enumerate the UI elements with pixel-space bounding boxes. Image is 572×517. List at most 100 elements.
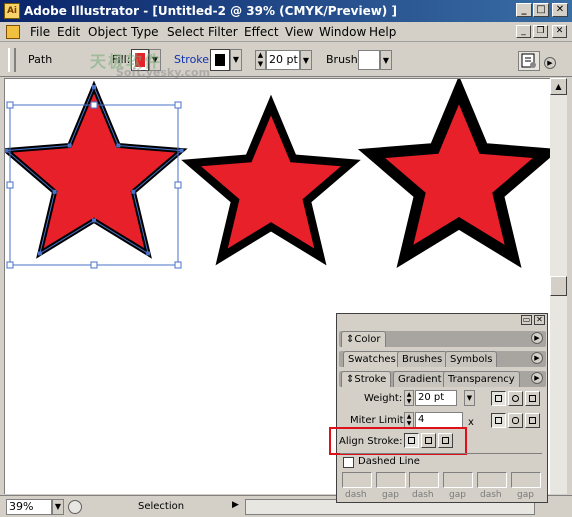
tab-gradient[interactable]: Gradient [393,371,447,387]
palette-close-button[interactable]: ✕ [534,315,545,325]
scroll-thumb[interactable] [550,276,567,296]
anchor-point[interactable] [67,143,72,148]
menu-effect[interactable]: Effect [244,25,279,39]
gap-1-input[interactable] [376,472,406,488]
projecting-cap-button[interactable] [525,391,540,406]
gap-2-label: gap [449,490,466,500]
miter-limit-input[interactable]: 4 [415,412,463,428]
palette-titlebar[interactable]: ▭ ✕ [337,314,547,326]
menu-object[interactable]: Object [88,25,127,39]
anchor-point[interactable] [52,189,57,194]
align-center-icon [408,437,415,444]
stroke-dropdown-arrow[interactable]: ▼ [230,49,242,71]
miter-limit-label: Miter Limit: [350,415,407,426]
menu-type[interactable]: Type [131,25,159,39]
document-icon[interactable] [6,25,20,39]
menu-view[interactable]: View [285,25,313,39]
stroke-weight-input[interactable]: 20 pt [266,50,300,70]
round-join-button[interactable] [508,413,523,428]
gap-3-input[interactable] [511,472,541,488]
round-cap-button[interactable] [508,391,523,406]
menu-window[interactable]: Window [319,25,366,39]
miter-join-icon [495,417,502,424]
tab-color[interactable]: ⇕Color [341,331,386,347]
align-outside-button[interactable] [438,433,453,448]
miter-join-button[interactable] [491,413,506,428]
butt-cap-button[interactable] [491,391,506,406]
palette-menu-button[interactable]: ▶ [544,57,556,69]
stroke-weight-stepper[interactable]: ▲ ▼ [255,50,266,70]
menu-bar: File Edit Object Type Select Filter Effe… [0,22,572,42]
align-center-button[interactable] [404,433,419,448]
miter-limit-stepper[interactable]: ▲ ▼ [404,412,414,428]
anchor-point[interactable] [131,189,136,194]
zoom-field[interactable]: 39% [6,499,52,515]
illustrator-app-icon[interactable]: Ai [4,3,20,19]
zoom-dropdown-arrow[interactable]: ▼ [52,499,64,515]
star-center-aligned[interactable] [5,80,188,259]
projecting-cap-icon [529,395,536,402]
anchor-point[interactable] [92,85,96,89]
dash-3-input[interactable] [477,472,507,488]
tab-transparency[interactable]: Transparency [443,371,520,387]
palette-minimize-button[interactable]: ▭ [521,315,532,325]
menu-help[interactable]: Help [369,25,396,39]
stroke-panel-menu[interactable]: ▶ [531,372,543,384]
anchor-point[interactable] [146,251,151,256]
bbox-handle[interactable] [90,101,98,109]
swatches-tab-row: Swatches Brushes Symbols ▶ [339,349,546,367]
anchor-point[interactable] [5,148,9,153]
bevel-join-button[interactable] [525,413,540,428]
menu-file[interactable]: File [30,25,50,39]
document-setup-icon[interactable] [518,51,540,71]
dash-1-input[interactable] [342,472,372,488]
palette-grip[interactable] [8,48,16,72]
anchor-point[interactable] [92,218,96,223]
scroll-up-arrow[interactable]: ▲ [550,78,567,95]
brush-field[interactable] [358,50,380,70]
star-outside-aligned[interactable] [357,79,550,269]
menu-select[interactable]: Select [167,25,204,39]
stroke-color-button[interactable] [210,49,230,71]
tab-symbols[interactable]: Symbols [445,351,498,367]
dash-2-input[interactable] [409,472,439,488]
bbox-handle[interactable] [6,261,14,269]
bbox-handle[interactable] [6,101,14,109]
tab-swatches[interactable]: Swatches [343,351,401,367]
minimize-button[interactable]: _ [516,3,532,17]
anchor-point[interactable] [37,251,42,256]
bbox-handle[interactable] [90,261,98,269]
maximize-button[interactable]: □ [533,3,549,17]
butt-cap-icon [495,395,502,402]
tab-brushes[interactable]: Brushes [397,351,448,367]
doc-restore-button[interactable]: ❐ [533,25,548,38]
doc-close-button[interactable]: ✕ [552,25,567,38]
weight-input[interactable]: 20 pt [415,390,457,406]
stroke-label[interactable]: Stroke: [174,53,213,66]
bbox-handle[interactable] [174,181,182,189]
weight-stepper[interactable]: ▲ ▼ [404,390,414,406]
stroke-weight-dropdown-arrow[interactable]: ▼ [300,50,312,70]
align-inside-button[interactable] [421,433,436,448]
bbox-handle[interactable] [6,181,14,189]
bbox-handle[interactable] [174,101,182,109]
title-bar: Ai Adobe Illustrator - [Untitled-2 @ 39%… [0,0,572,22]
brush-label: Brush: [326,53,362,66]
dashed-line-checkbox[interactable] [343,457,354,468]
brush-dropdown-arrow[interactable]: ▼ [380,50,392,70]
status-arrow-icon[interactable]: ▶ [232,500,239,510]
status-text: Selection [138,501,185,512]
swatches-panel-menu[interactable]: ▶ [531,352,543,364]
menu-filter[interactable]: Filter [208,25,238,39]
anchor-point[interactable] [116,143,121,148]
gap-2-input[interactable] [443,472,473,488]
bbox-handle[interactable] [174,261,182,269]
anchor-point[interactable] [179,148,184,153]
menu-edit[interactable]: Edit [57,25,80,39]
tab-stroke[interactable]: ⇕Stroke [341,371,392,387]
doc-minimize-button[interactable]: _ [516,25,531,38]
weight-dropdown-arrow[interactable]: ▼ [464,390,475,406]
star-inside-aligned[interactable] [181,94,361,266]
color-panel-menu[interactable]: ▶ [531,332,543,344]
close-button[interactable]: ✕ [552,3,568,17]
